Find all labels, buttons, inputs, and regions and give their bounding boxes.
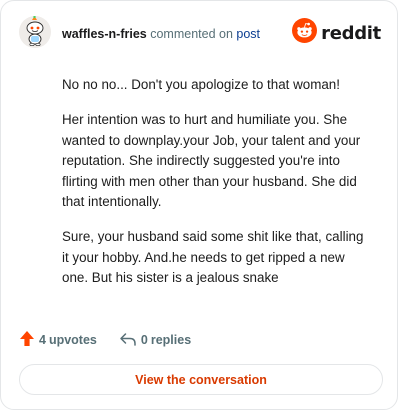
reddit-wordmark: reddit <box>321 22 381 44</box>
view-conversation-button[interactable]: View the conversation <box>19 364 383 395</box>
comment-meta: waffles-n-fries commented on post <box>62 26 260 42</box>
comment-paragraph: Her intention was to hurt and humiliate … <box>62 112 361 210</box>
post-link[interactable]: post <box>236 27 260 41</box>
comment-body: No no no... Don't you apologize to that … <box>62 75 372 304</box>
reddit-snoo-logo-icon <box>292 18 318 48</box>
upvote-arrow-icon <box>19 330 35 350</box>
action-text: commented on <box>150 27 233 41</box>
comment-footer: 4 upvotes 0 replies <box>19 330 191 350</box>
upvotes-count: 4 <box>39 333 46 347</box>
replies-count: 0 <box>140 333 148 347</box>
upvotes-label: upvotes <box>48 333 97 347</box>
replies-label: replies <box>150 333 192 347</box>
username-link[interactable]: waffles-n-fries <box>62 27 147 41</box>
reply-arrow-icon <box>119 331 137 350</box>
upvotes-stat[interactable]: 4 upvotes <box>19 330 97 350</box>
comment-paragraph: No no no... Don't you apologize to that … <box>62 77 340 92</box>
comment-card: waffles-n-fries commented on post reddit <box>0 0 398 410</box>
replies-stat[interactable]: 0 replies <box>119 331 191 350</box>
comment-paragraph: Sure, your husband said some shit like t… <box>62 229 364 286</box>
reddit-brand-logo[interactable]: reddit <box>292 18 381 48</box>
comment-header: waffles-n-fries commented on post reddit <box>1 1 397 61</box>
snoo-avatar-icon[interactable] <box>19 16 51 48</box>
